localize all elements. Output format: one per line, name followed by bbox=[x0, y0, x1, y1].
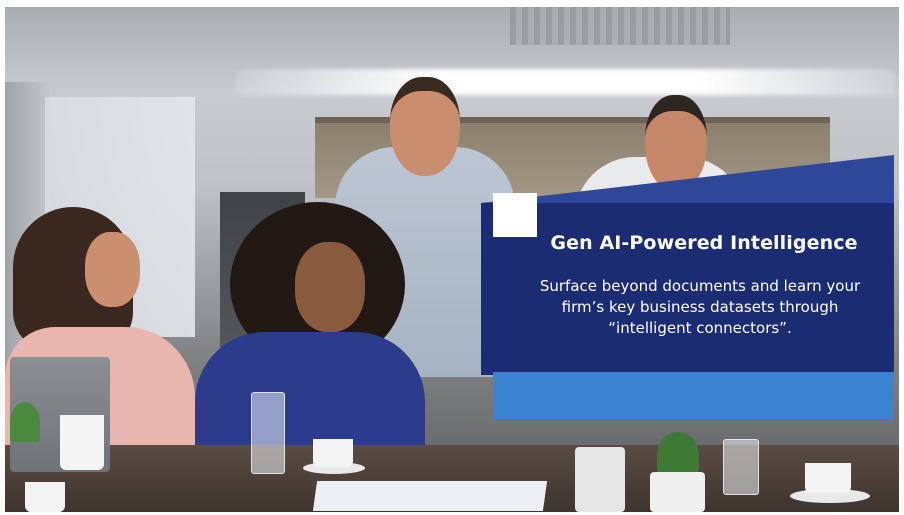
paper-sheet bbox=[312, 481, 548, 511]
person-left-face bbox=[85, 232, 140, 307]
water-glass bbox=[251, 392, 285, 474]
person-standing-head bbox=[390, 77, 460, 176]
pen-cup bbox=[575, 447, 625, 512]
coffee-cup bbox=[313, 439, 353, 467]
description-line: “intelligent connectors”. bbox=[608, 319, 792, 337]
overlay-description: Surface beyond documents and learn your … bbox=[510, 276, 890, 339]
accent-bar bbox=[493, 372, 894, 419]
person-center-face bbox=[295, 242, 365, 332]
mug bbox=[25, 482, 65, 512]
description-line: Surface beyond documents and learn your bbox=[539, 277, 861, 295]
person-right-head bbox=[645, 95, 707, 191]
ceiling-light bbox=[235, 69, 895, 95]
plant-pot bbox=[650, 472, 705, 512]
ceiling-vent bbox=[510, 7, 730, 45]
description-line: firm’s key business datasets through bbox=[561, 298, 839, 316]
small-plant bbox=[10, 402, 40, 442]
plant-leaves bbox=[657, 432, 699, 477]
mug bbox=[60, 415, 104, 470]
accent-square bbox=[493, 193, 537, 237]
person-center-body bbox=[195, 332, 425, 462]
water-glass bbox=[723, 439, 759, 495]
overlay-title: Gen AI-Powered Intelligence bbox=[550, 232, 858, 254]
coffee-cup bbox=[805, 463, 851, 493]
